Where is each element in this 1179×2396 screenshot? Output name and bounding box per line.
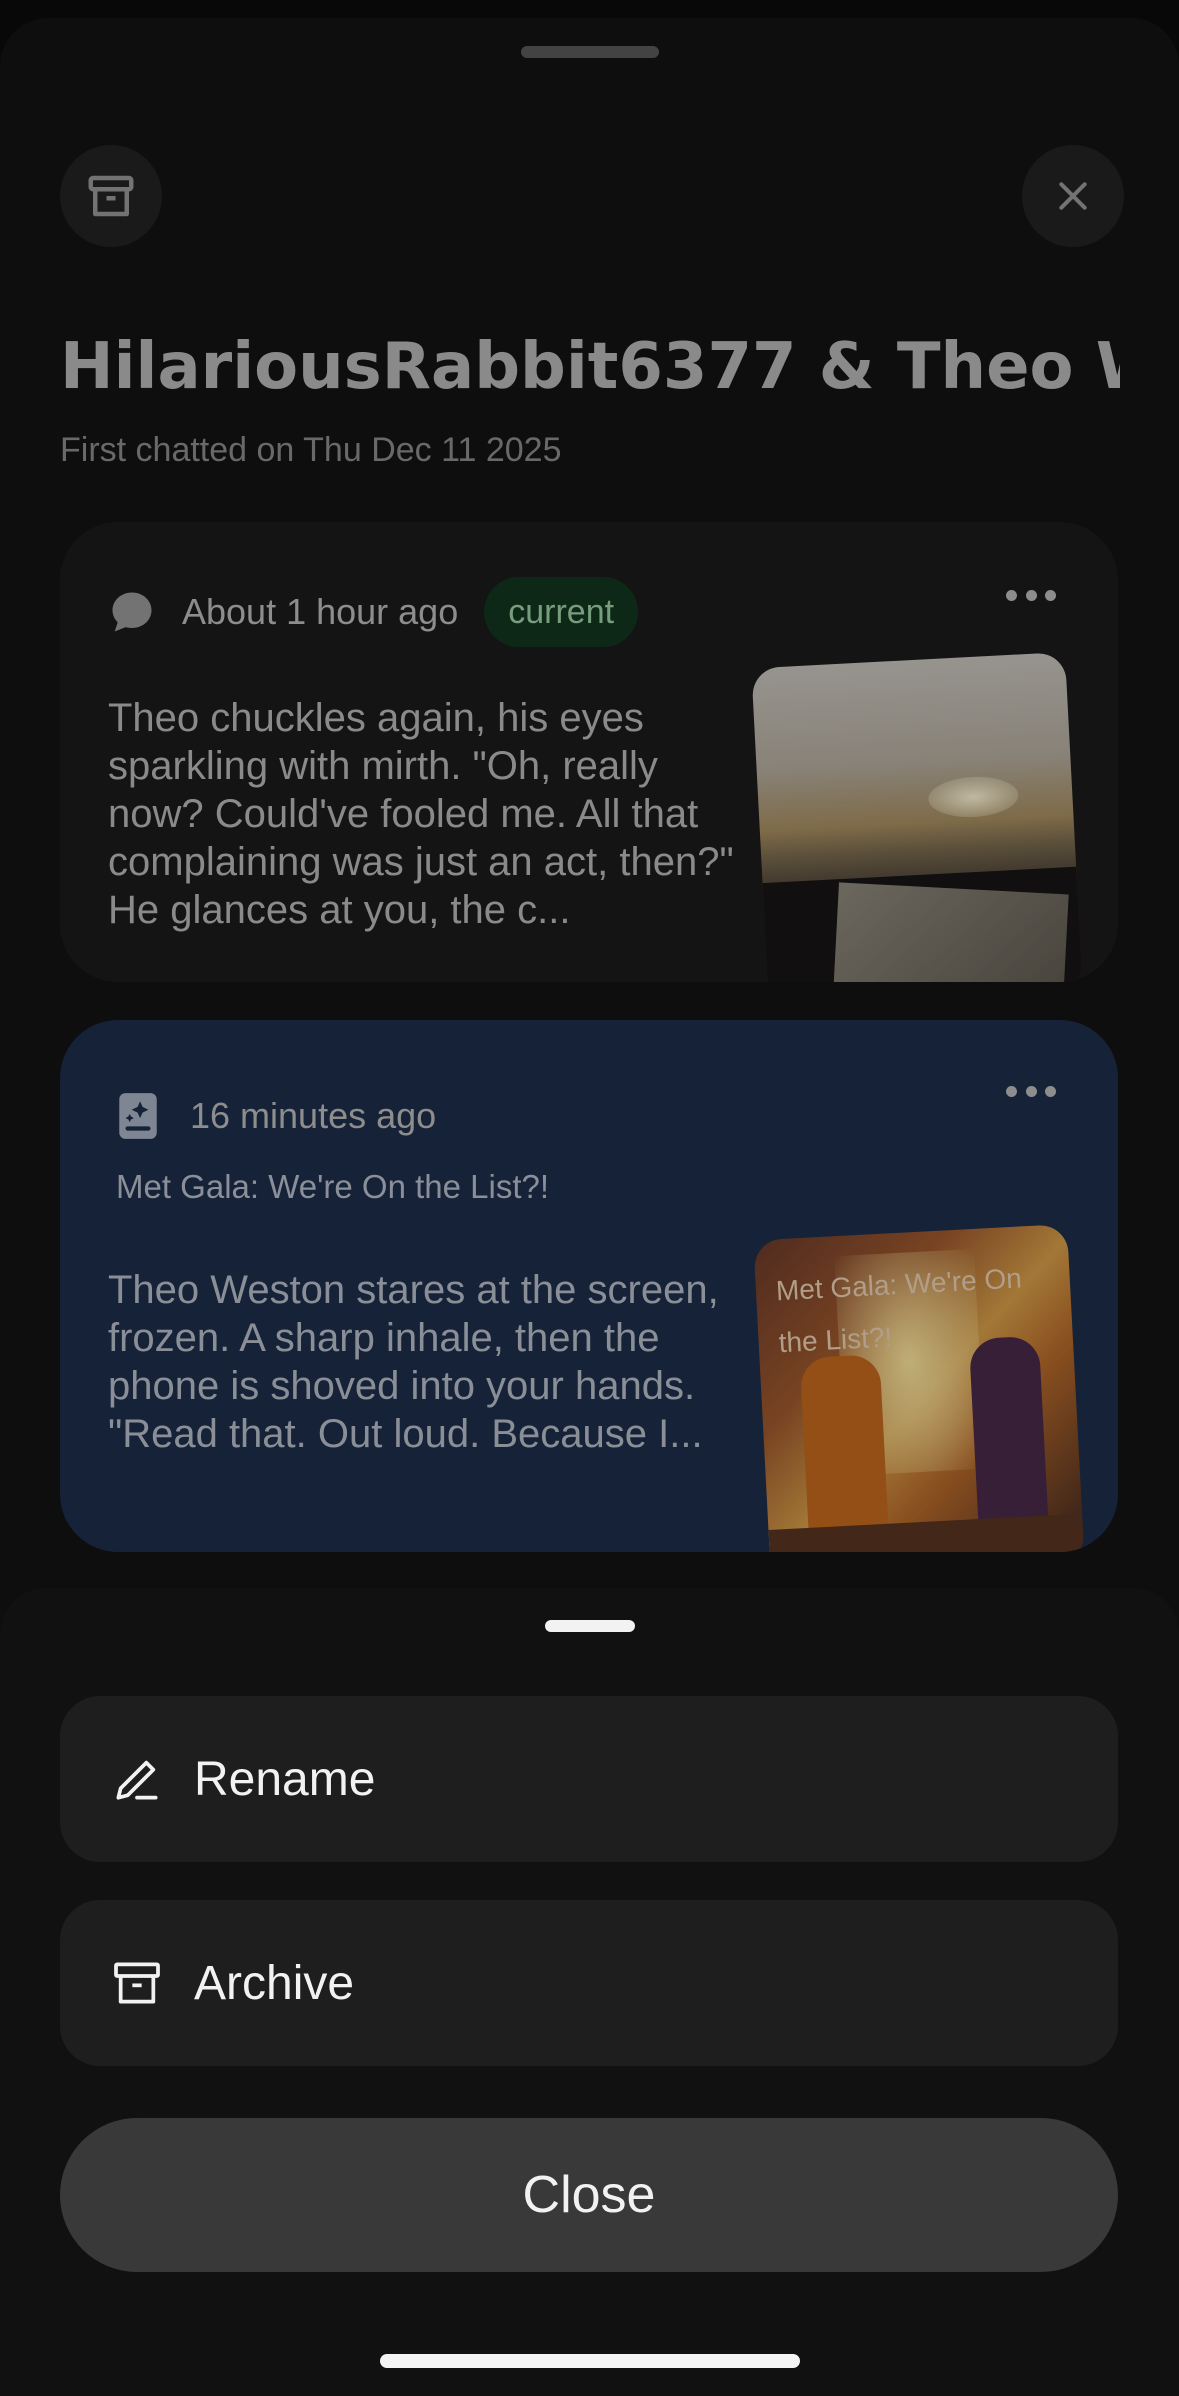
rename-label: Rename [194, 1752, 376, 1806]
home-indicator [380, 2354, 800, 2368]
sheet-grab-handle[interactable] [521, 46, 659, 58]
archive-icon [108, 1954, 166, 2012]
close-button[interactable]: Close [60, 2118, 1118, 2272]
more-options-icon[interactable] [1006, 590, 1056, 604]
screen: HilariousRabbit6377 & Theo W First chatt… [0, 0, 1179, 2396]
close-sheet-button[interactable] [1022, 145, 1124, 247]
chat-preview-text: Theo chuckles again, his eyes sparkling … [108, 696, 734, 932]
thumbnail-caption: Met Gala: We're On the List?! [775, 1262, 1023, 1359]
archive-label: Archive [194, 1956, 355, 2010]
chat-card-story[interactable]: 16 minutes ago Met Gala: We're On the Li… [60, 1020, 1118, 1552]
met-gala-thumbnail: Met Gala: We're On the List?! [753, 1224, 1085, 1552]
road-trip-thumbnail [751, 652, 1083, 982]
action-sheet-grab-handle[interactable] [545, 1620, 635, 1632]
chat-bubble-icon [112, 592, 152, 632]
story-title: Met Gala: We're On the List?! [116, 1168, 550, 1205]
archive-action-button[interactable]: Archive [60, 1900, 1118, 2066]
close-icon [1059, 182, 1087, 210]
pencil-icon [108, 1750, 166, 1808]
chat-preview-text: Theo Weston stares at the screen, frozen… [108, 1268, 719, 1456]
more-options-icon[interactable] [1006, 1086, 1056, 1100]
archive-button[interactable] [60, 145, 162, 247]
first-chatted-date: First chatted on Thu Dec 11 2025 [60, 431, 562, 469]
chat-card-meta: About 1 hour ago current [106, 572, 639, 652]
action-sheet: Rename Archive Close [0, 1588, 1179, 2396]
chat-card-meta: 16 minutes ago [116, 1076, 436, 1156]
current-badge: current [484, 577, 639, 647]
chat-title: HilariousRabbit6377 & Theo W [60, 330, 1120, 404]
chat-time: 16 minutes ago [190, 1095, 437, 1136]
chat-time: About 1 hour ago [182, 591, 459, 632]
archive-icon [88, 175, 134, 217]
rename-button[interactable]: Rename [60, 1696, 1118, 1862]
story-book-icon [119, 1093, 157, 1139]
chat-card-current[interactable]: About 1 hour ago current Theo chuckles a… [60, 522, 1118, 982]
